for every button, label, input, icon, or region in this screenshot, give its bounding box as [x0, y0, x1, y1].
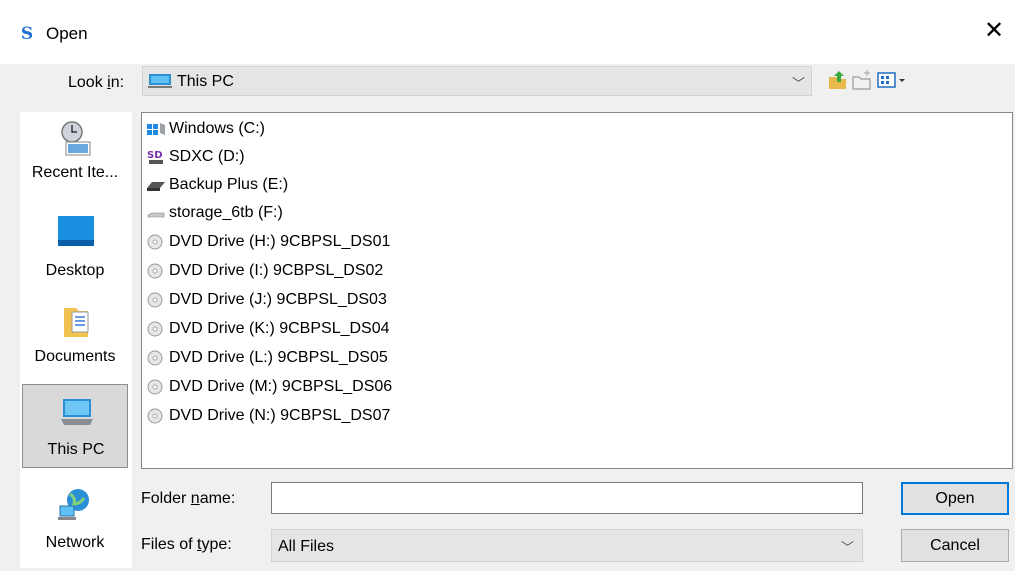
svg-text:SD: SD — [147, 150, 163, 161]
place-label: Documents — [34, 348, 116, 365]
file-label: SDXC (D:) — [169, 148, 245, 165]
windows-drive-icon — [147, 123, 165, 135]
documents-icon — [64, 308, 89, 337]
list-item-dvd-n[interactable]: DVD Drive (N:) 9CBPSL_DS07 — [144, 404, 444, 427]
file-label: DVD Drive (M:) 9CBPSL_DS06 — [169, 378, 393, 395]
dialog-title: Open — [46, 24, 88, 43]
files-of-type-dropdown[interactable]: All Files ﹀ — [271, 529, 863, 562]
list-item-drive-c[interactable]: Windows (C:) — [144, 117, 444, 140]
look-in-value: This PC — [177, 73, 234, 90]
folder-name-label: Folder name: — [141, 490, 236, 507]
sd-card-icon: SD — [147, 150, 163, 164]
places-bar: Recent Ite... Desktop Documents This PC — [20, 112, 132, 568]
title-bar: S Open ✕ — [0, 0, 1015, 64]
folder-name-field[interactable] — [271, 482, 863, 514]
list-item-dvd-j[interactable]: DVD Drive (J:) 9CBPSL_DS03 — [144, 288, 444, 311]
dvd-drive-icon — [147, 408, 163, 424]
file-label: DVD Drive (K:) 9CBPSL_DS04 — [169, 320, 390, 337]
dvd-drive-icon — [147, 379, 163, 395]
file-label: DVD Drive (N:) 9CBPSL_DS07 — [169, 407, 391, 424]
list-item-dvd-l[interactable]: DVD Drive (L:) 9CBPSL_DS05 — [144, 346, 444, 369]
app-icon: S — [20, 24, 34, 44]
open-button[interactable]: Open — [901, 482, 1009, 515]
file-label: DVD Drive (J:) 9CBPSL_DS03 — [169, 291, 387, 308]
list-item-dvd-m[interactable]: DVD Drive (M:) 9CBPSL_DS06 — [144, 375, 444, 398]
list-item-dvd-i[interactable]: DVD Drive (I:) 9CBPSL_DS02 — [144, 259, 444, 282]
file-label: storage_6tb (F:) — [169, 204, 283, 221]
list-item-dvd-h[interactable]: DVD Drive (H:) 9CBPSL_DS01 — [144, 230, 444, 253]
place-label: Recent Ite... — [31, 164, 119, 181]
hard-drive-icon — [147, 182, 165, 191]
file-label: DVD Drive (L:) 9CBPSL_DS05 — [169, 349, 388, 366]
network-icon — [58, 489, 89, 520]
files-of-type-value: All Files — [278, 538, 335, 555]
dvd-drive-icon — [147, 350, 163, 366]
file-label: DVD Drive (I:) 9CBPSL_DS02 — [169, 262, 384, 279]
removable-drive-icon — [147, 212, 165, 218]
list-item-drive-d[interactable]: SD SDXC (D:) — [144, 145, 444, 168]
dvd-drive-icon — [147, 321, 163, 337]
list-item-dvd-k[interactable]: DVD Drive (K:) 9CBPSL_DS04 — [144, 317, 444, 340]
place-documents[interactable]: Documents — [22, 296, 128, 380]
chevron-down-icon: ﹀ — [840, 540, 854, 555]
new-folder-icon[interactable] — [850, 68, 874, 92]
view-menu-icon[interactable] — [876, 68, 908, 92]
look-in-dropdown[interactable]: This PC ﹀ — [142, 66, 812, 96]
cancel-button[interactable]: Cancel — [901, 529, 1009, 562]
place-label: Network — [45, 534, 105, 551]
place-recent-items[interactable]: Recent Ite... — [22, 112, 128, 196]
place-desktop[interactable]: Desktop — [22, 206, 128, 290]
list-item-drive-f[interactable]: storage_6tb (F:) — [144, 201, 444, 224]
computer-icon — [148, 74, 172, 88]
desktop-icon — [58, 216, 94, 246]
file-label: DVD Drive (H:) 9CBPSL_DS01 — [169, 233, 391, 250]
place-label: Desktop — [45, 262, 105, 279]
chevron-down-icon: ﹀ — [791, 76, 805, 91]
look-in-label: Look in: — [68, 74, 125, 91]
place-label: This PC — [47, 441, 105, 458]
files-of-type-label: Files of type: — [141, 536, 232, 553]
computer-icon — [61, 399, 93, 425]
file-label: Backup Plus (E:) — [169, 176, 289, 193]
up-folder-icon[interactable] — [826, 68, 850, 92]
dvd-drive-icon — [147, 263, 163, 279]
recent-items-icon — [61, 121, 91, 156]
dvd-drive-icon — [147, 292, 163, 308]
dvd-drive-icon — [147, 234, 163, 250]
close-icon[interactable]: ✕ — [981, 18, 1007, 44]
place-this-pc[interactable]: This PC — [22, 384, 128, 468]
place-network[interactable]: Network — [22, 478, 128, 562]
list-item-drive-e[interactable]: Backup Plus (E:) — [144, 173, 444, 196]
file-label: Windows (C:) — [169, 120, 266, 137]
file-list[interactable]: Windows (C:) SD SDXC (D:) Backup Plus (E… — [141, 112, 1013, 469]
